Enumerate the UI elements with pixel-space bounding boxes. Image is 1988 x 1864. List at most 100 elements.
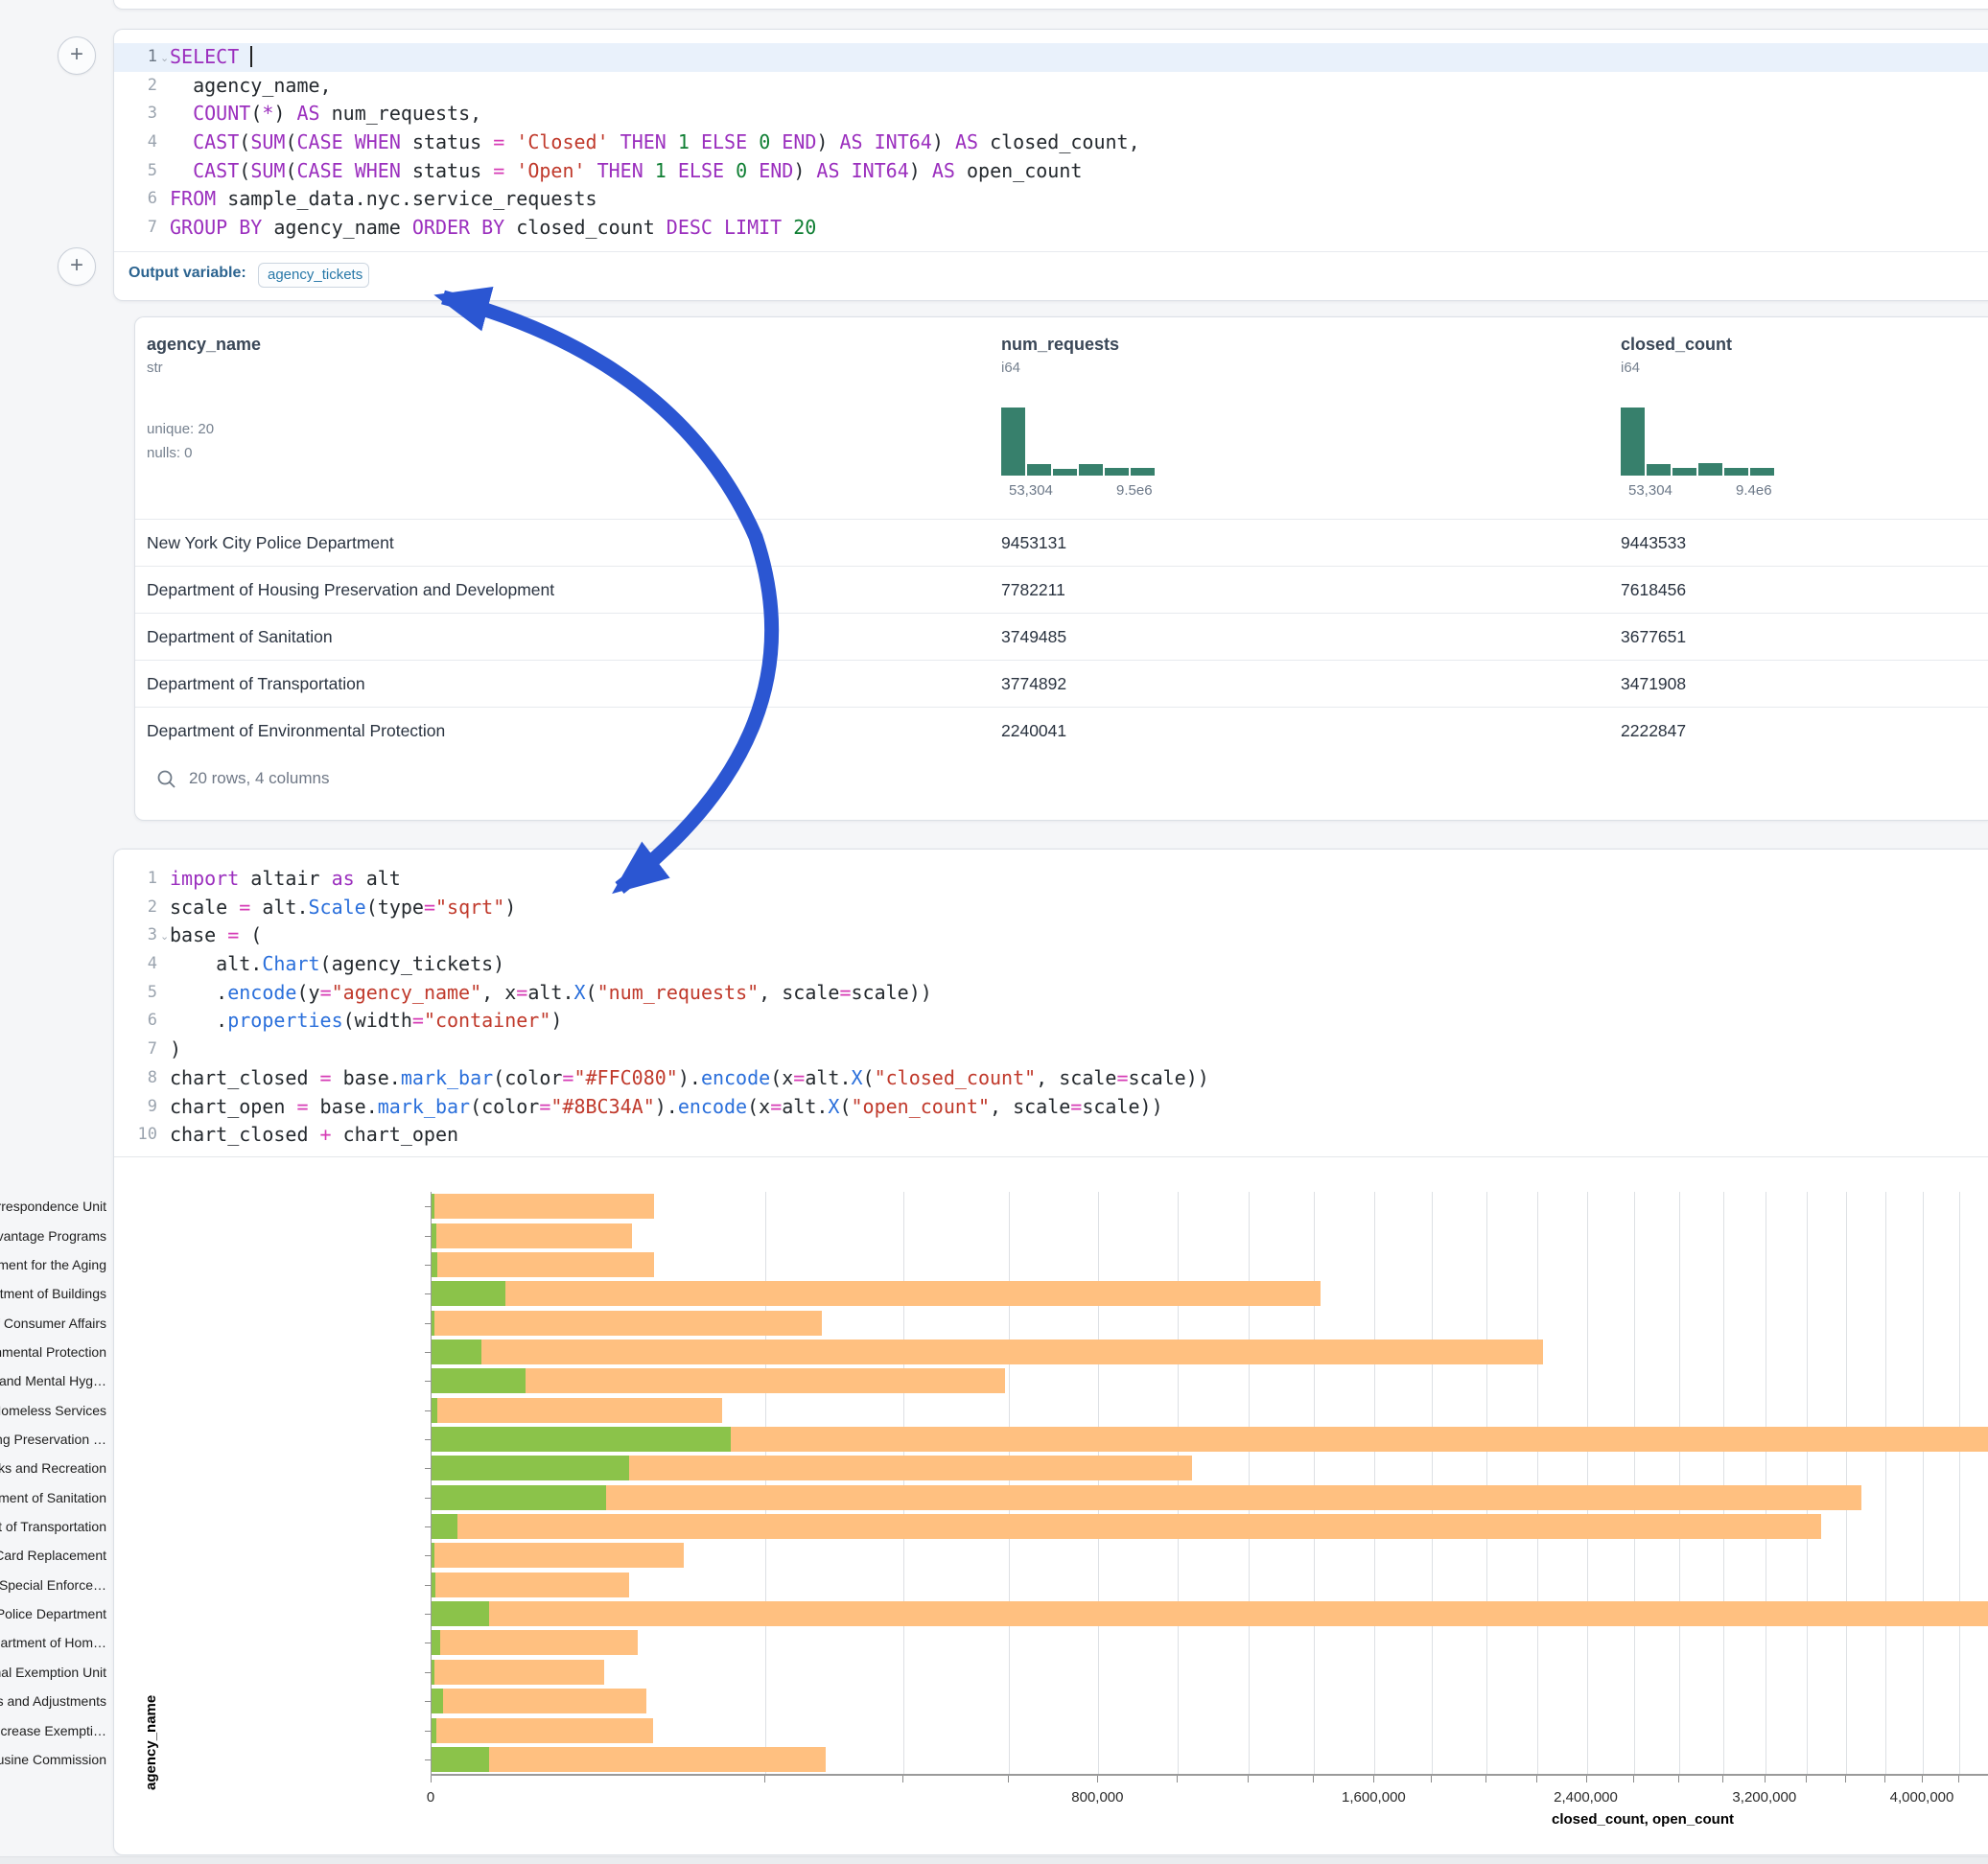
table-cell: Department of Environmental Protection: [147, 708, 445, 755]
y-axis-label: Senior Citizen Rent Increase Exempti…: [0, 1723, 106, 1738]
code-line[interactable]: 7 GROUP BY agency_name ORDER BY closed_co…: [114, 214, 1988, 243]
histogram-min-label: 53,304: [1009, 482, 1053, 499]
code-line[interactable]: 8chart_closed = base.mark_bar(color="#FF…: [114, 1064, 1988, 1093]
code-line[interactable]: 5 .encode(y="agency_name", x=alt.X("num_…: [114, 979, 1988, 1008]
table-row[interactable]: Department of Housing Preservation and D…: [135, 566, 1988, 614]
x-tick: [902, 1776, 903, 1782]
code-text: CAST(SUM(CASE WHEN status = 'Open' THEN …: [170, 157, 1082, 186]
open-bar: [432, 1630, 440, 1655]
code-line[interactable]: 5 CAST(SUM(CASE WHEN status = 'Open' THE…: [114, 157, 1988, 186]
python-code-editor[interactable]: 1import altair as alt2scale = alt.Scale(…: [114, 865, 1988, 1150]
table-row[interactable]: Department of Environmental Protection 22…: [135, 707, 1988, 755]
gridline: [1587, 1192, 1588, 1774]
y-axis-label: New York City Police Department: [0, 1606, 106, 1621]
x-tick-label: 2,400,000: [1554, 1789, 1618, 1806]
open-bar: [432, 1398, 437, 1423]
histogram-bar: [1001, 408, 1025, 476]
sql-cell-footer: Output variable: agency_tickets: [114, 251, 1988, 300]
column-histogram[interactable]: [1001, 408, 1157, 476]
open-bar: [432, 1340, 481, 1364]
code-line[interactable]: 6FROM sample_data.nyc.service_requests: [114, 185, 1988, 214]
code-text: chart_closed = base.mark_bar(color="#FFC…: [170, 1064, 1209, 1093]
table-row[interactable]: Department of Sanitation37494853677651: [135, 613, 1988, 661]
x-tick: [1373, 1776, 1374, 1782]
y-axis-label: HRA Benefit Card Replacement: [0, 1548, 106, 1563]
column-type: i64: [1621, 360, 1640, 376]
code-line[interactable]: 6 .properties(width="container"): [114, 1007, 1988, 1036]
y-axis-label: Department of Homeless Services: [0, 1403, 106, 1418]
code-line[interactable]: 7): [114, 1036, 1988, 1064]
x-tick: [1678, 1776, 1679, 1782]
gridline: [1885, 1192, 1886, 1774]
histogram-min-label: 53,304: [1628, 482, 1672, 499]
table-row[interactable]: Department of Transportation377489234719…: [135, 660, 1988, 708]
code-line[interactable]: 4 alt.Chart(agency_tickets): [114, 950, 1988, 979]
code-line[interactable]: 3⌄base = (: [114, 921, 1988, 950]
table-cell: 7782211: [1001, 567, 1065, 614]
y-axis-label: Department for the Aging: [0, 1257, 106, 1272]
x-tick: [1586, 1776, 1587, 1782]
code-line[interactable]: 1import altair as alt: [114, 865, 1988, 894]
column-header[interactable]: num_requests: [1001, 335, 1119, 355]
x-tick: [1922, 1776, 1923, 1782]
code-line[interactable]: 10chart_closed + chart_open: [114, 1121, 1988, 1150]
column-histogram[interactable]: [1621, 408, 1776, 476]
code-text: agency_name,: [170, 72, 332, 101]
line-number: 9: [114, 1093, 157, 1122]
histogram-max-label: 9.5e6: [1116, 482, 1153, 499]
code-text: chart_open = base.mark_bar(color="#8BC34…: [170, 1093, 1163, 1122]
open-bar: [432, 1660, 434, 1685]
fold-chevron-icon[interactable]: ⌄: [160, 45, 169, 74]
gridline: [1098, 1192, 1099, 1774]
table-cell: 2240041: [1001, 708, 1066, 755]
code-line[interactable]: 2 agency_name,: [114, 72, 1988, 101]
open-bar: [432, 1514, 457, 1539]
line-number: 6: [114, 185, 157, 214]
line-number: 3: [114, 921, 157, 950]
closed-bar: [432, 1543, 684, 1568]
y-axis-label: Department of Parks and Recreation: [0, 1460, 106, 1476]
add-cell-button-top[interactable]: +: [58, 36, 96, 75]
open-bar: [432, 1543, 434, 1568]
x-tick-label: 0: [427, 1789, 434, 1806]
histogram-bar: [1621, 408, 1645, 476]
table-footer: 20 rows, 4 columns: [135, 754, 1988, 819]
code-line[interactable]: 9 chart_open = base.mark_bar(color="#8BC3…: [114, 1093, 1988, 1122]
x-tick-label: 3,200,000: [1732, 1789, 1796, 1806]
output-variable-pill[interactable]: agency_tickets: [258, 263, 369, 288]
add-cell-button-middle[interactable]: +: [58, 247, 96, 286]
table-row[interactable]: New York City Police Department945313194…: [135, 519, 1988, 567]
closed-bar: [432, 1718, 653, 1743]
table-cell: Department of Transportation: [147, 661, 365, 708]
y-axis-label: DHS Advantage Programs: [0, 1228, 106, 1244]
x-tick: [1722, 1776, 1723, 1782]
code-line[interactable]: 4 CAST(SUM(CASE WHEN status = 'Closed' T…: [114, 128, 1988, 157]
gridline: [1537, 1192, 1538, 1774]
open-bar: [432, 1427, 731, 1452]
search-icon[interactable]: [156, 769, 177, 790]
line-number: 3: [114, 100, 157, 128]
gridline: [1923, 1192, 1924, 1774]
column-type: str: [147, 360, 163, 376]
closed-bar: [432, 1194, 654, 1219]
gridline: [1432, 1192, 1433, 1774]
column-header[interactable]: closed_count: [1621, 335, 1732, 355]
code-text: GROUP BY agency_name ORDER BY closed_cou…: [170, 214, 816, 243]
code-line[interactable]: 1⌄SELECT: [114, 43, 1988, 72]
table-cell: 2222847: [1621, 708, 1686, 755]
open-bar: [432, 1194, 434, 1219]
fold-chevron-icon[interactable]: ⌄: [160, 923, 169, 952]
line-number: 7: [114, 214, 157, 243]
code-line[interactable]: 3 COUNT(*) AS num_requests,: [114, 100, 1988, 128]
column-header[interactable]: agency_name: [147, 335, 261, 355]
line-number: 2: [114, 894, 157, 922]
gridline: [1009, 1192, 1010, 1774]
x-tick-label: 1,600,000: [1342, 1789, 1406, 1806]
y-axis-label: Department of Health and Mental Hyg…: [0, 1373, 106, 1388]
gridline: [1249, 1192, 1250, 1774]
table-body: New York City Police Department945313194…: [135, 519, 1988, 754]
code-line[interactable]: 2scale = alt.Scale(type="sqrt"): [114, 894, 1988, 922]
sql-code-editor[interactable]: 1⌄SELECT 2 agency_name,3 COUNT(*) AS num…: [114, 43, 1988, 243]
closed-bar: [432, 1398, 722, 1423]
gridline: [1314, 1192, 1315, 1774]
